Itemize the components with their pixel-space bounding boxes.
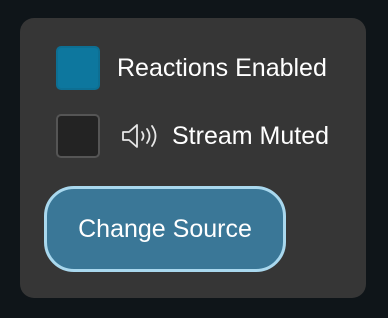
stream-muted-label: Stream Muted — [172, 122, 330, 150]
reactions-enabled-checkbox[interactable] — [56, 46, 100, 90]
stream-muted-toggle[interactable]: Stream Muted — [56, 114, 329, 158]
speaker-icon — [120, 122, 160, 150]
change-source-button[interactable]: Change Source — [44, 186, 286, 272]
stream-muted-checkbox[interactable] — [56, 114, 100, 158]
settings-panel: Reactions Enabled Stream Muted Change So… — [20, 18, 366, 298]
reactions-enabled-toggle[interactable]: Reactions Enabled — [56, 46, 327, 90]
reactions-enabled-label: Reactions Enabled — [117, 54, 327, 82]
